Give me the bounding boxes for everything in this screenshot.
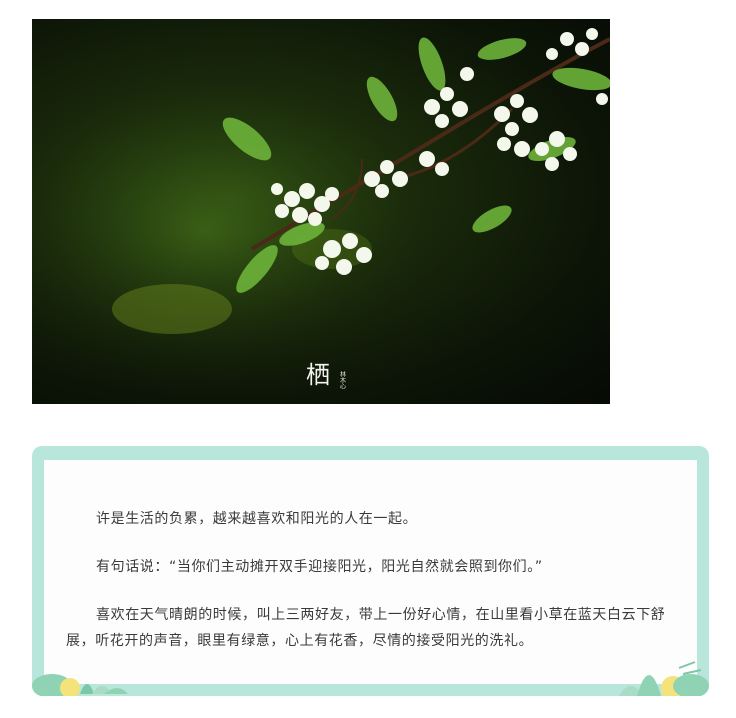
article-card: 许是生活的负累，越来越喜欢和阳光的人在一起。 有句话说：“当你们主动摊开双手迎接… xyxy=(32,446,709,696)
article-card-inner: 许是生活的负累，越来越喜欢和阳光的人在一起。 有句话说：“当你们主动摊开双手迎接… xyxy=(44,460,697,684)
leaf-decoration-right xyxy=(619,661,709,696)
paragraph-3: 喜欢在天气晴朗的时候，叫上三两好友，带上一份好心情，在山里看小草在蓝天白云下舒展… xyxy=(66,607,666,649)
paragraph-1: 许是生活的负累，越来越喜欢和阳光的人在一起。 xyxy=(96,511,418,527)
paragraph-2: 有句话说：“当你们主动摊开双手迎接阳光，阳光自然就会照到你们。” xyxy=(96,559,543,575)
watermark-side-text: 林木心 xyxy=(339,370,346,389)
leaf-decoration-left xyxy=(32,674,128,696)
blossom-photo: 栖 林木心 xyxy=(32,19,610,404)
watermark-glyph: 栖 xyxy=(306,361,330,389)
blossom-illustration: 栖 林木心 xyxy=(32,19,610,404)
